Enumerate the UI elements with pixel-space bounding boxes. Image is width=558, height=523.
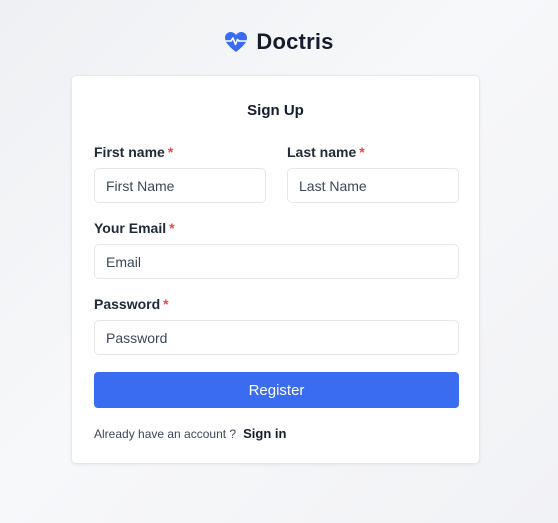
form-title: Sign Up [247,102,304,119]
required-mark: * [169,220,175,236]
last-name-label: Last name * [287,144,365,160]
email-input[interactable] [94,244,459,279]
signup-card: Sign Up First name* Last name* Your Emai… [71,75,480,464]
signin-link[interactable]: Sign in [243,426,286,441]
required-mark: * [163,296,169,312]
last-name-input[interactable] [287,168,459,203]
brand-name: Doctris [256,29,334,54]
required-mark: * [359,144,365,160]
first-name-label: First name * [94,144,174,160]
signin-prompt: Already have an account ? Sign in [94,426,286,441]
signup-page: Doctris Sign Up First name* Last name* Y… [0,0,558,523]
password-input[interactable] [94,320,459,355]
heart-pulse-icon [224,31,248,53]
first-name-input[interactable] [94,168,266,203]
password-label: Password * [94,296,169,312]
register-button[interactable]: Register [94,372,459,408]
brand-logo[interactable]: Doctris [0,29,558,55]
already-account-text: Already have an account ? [94,426,237,441]
email-label: Your Email * [94,220,175,236]
required-mark: * [167,144,174,160]
